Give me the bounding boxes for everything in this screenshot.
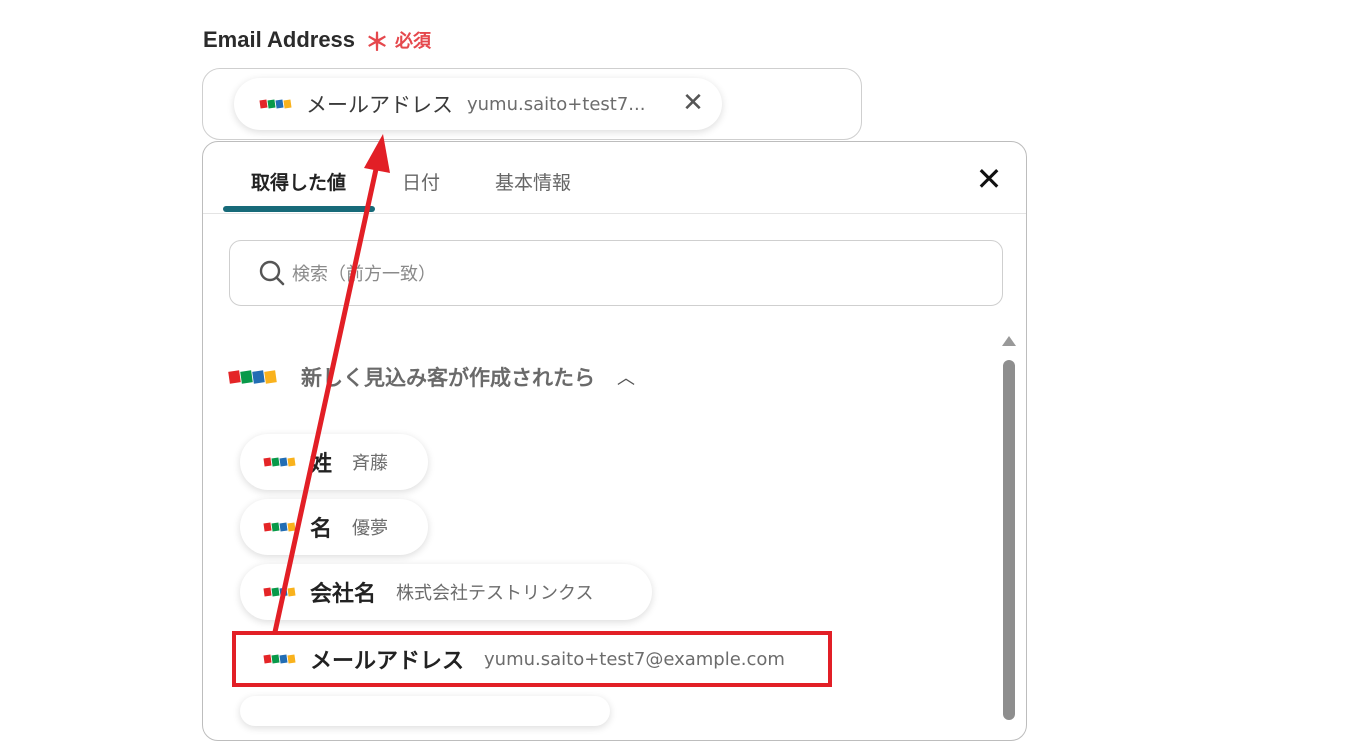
zoho-logo-icon	[259, 99, 292, 109]
item-value: 斉藤	[352, 453, 389, 474]
zoho-logo-icon	[263, 522, 296, 532]
required-asterisk: ＊	[365, 29, 390, 56]
tab-basic-info[interactable]: 基本情報	[495, 168, 571, 195]
annotation-highlight-box	[232, 631, 832, 687]
active-tab-indicator	[223, 206, 375, 212]
list-item[interactable]: 姓 斉藤	[240, 434, 428, 490]
required-text: 必須	[395, 30, 432, 51]
list-item[interactable]: 名 優夢	[240, 499, 428, 555]
search-input[interactable]: 検索（前方一致）	[229, 240, 1003, 306]
field-label-text: Email Address	[203, 26, 356, 52]
trigger-group-header[interactable]: 新しく見込み客が作成されたら ︿	[228, 362, 635, 392]
tab-bar: 取得した値 日付 基本情報 ✕	[203, 142, 1026, 214]
list-item[interactable]	[240, 696, 610, 726]
group-title: 新しく見込み客が作成されたら	[301, 366, 595, 390]
field-label: Email Address ＊ 必須	[203, 22, 431, 57]
tab-date[interactable]: 日付	[402, 168, 440, 195]
chip-name: メールアドレス	[306, 93, 453, 117]
close-icon[interactable]: ✕	[974, 163, 1004, 195]
scrollbar[interactable]	[1002, 336, 1016, 720]
tab-retrieved-values[interactable]: 取得した値	[251, 168, 346, 195]
zoho-logo-icon	[263, 457, 296, 467]
search-icon	[259, 260, 285, 286]
item-value: 優夢	[352, 518, 389, 539]
close-icon[interactable]: ✕	[680, 90, 706, 116]
search-placeholder: 検索（前方一致）	[292, 264, 436, 285]
chip-value: yumu.saito+test7...	[467, 93, 646, 115]
scroll-up-arrow-icon[interactable]	[1002, 336, 1016, 346]
selected-value-chip[interactable]: メールアドレス yumu.saito+test7... ✕	[234, 78, 722, 130]
item-value: 株式会社テストリンクス	[396, 583, 594, 604]
zoho-logo-icon	[263, 587, 296, 597]
scrollbar-thumb[interactable]	[1003, 360, 1015, 720]
item-name: 姓	[310, 452, 333, 477]
item-name: 名	[310, 517, 333, 542]
list-item[interactable]: 会社名 株式会社テストリンクス	[240, 564, 652, 620]
chevron-up-icon[interactable]: ︿	[617, 364, 635, 390]
zoho-logo-icon	[228, 370, 277, 384]
item-name: 会社名	[310, 582, 377, 607]
